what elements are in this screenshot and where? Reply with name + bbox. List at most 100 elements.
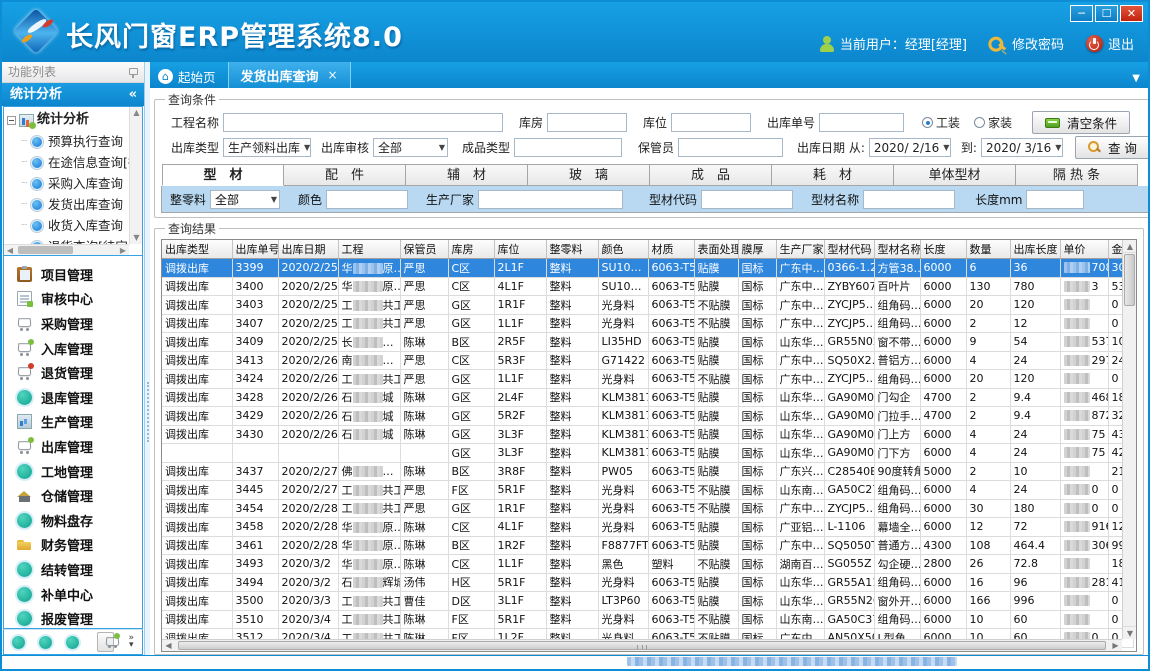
sidebar-item-0[interactable]: 项目管理 xyxy=(4,262,142,287)
sidebar-item-9[interactable]: 仓储管理 xyxy=(4,483,142,508)
tree-expander-icon[interactable] xyxy=(7,116,16,125)
date-from-picker[interactable]: 2020/ 2/16▼ xyxy=(869,138,951,157)
dot-icon[interactable] xyxy=(66,636,79,649)
whole-part-select[interactable]: 全部▼ xyxy=(210,190,280,209)
manufacturer-input[interactable] xyxy=(478,190,623,209)
tab-shipping-outbound-query[interactable]: 发货出库查询 × xyxy=(228,62,351,88)
table-row[interactable]: 调拨出库34542020/2/28工共工程严思G区1R1F整料光身料6063-T… xyxy=(162,499,1133,518)
sidebar-item-7[interactable]: 出库管理 xyxy=(4,434,142,459)
tree-item-0[interactable]: ┈预算执行查询 xyxy=(4,131,129,152)
table-row[interactable]: 调拨出库35102020/3/4工共工程陈琳F区5R1F整料光身料6063-T5… xyxy=(162,610,1133,629)
scrollbar-thumb[interactable] xyxy=(178,641,1106,650)
sidebar-splitter[interactable] xyxy=(145,62,150,655)
radio-work-install[interactable]: 工装 xyxy=(922,114,960,131)
order-no-input[interactable] xyxy=(819,113,904,132)
table-row[interactable]: 调拨出库34932020/3/2华原…陈琳C区1L1F整料黑色塑料不贴膜国标湖南… xyxy=(162,555,1133,574)
scroll-left-icon[interactable]: ◀ xyxy=(4,245,16,256)
scroll-left-icon[interactable]: ◀ xyxy=(162,640,175,651)
tree-root-statistics[interactable]: 统计分析 xyxy=(4,109,129,131)
tree-item-2[interactable]: ┈采购入库查询 xyxy=(4,173,129,194)
material-tab-4[interactable]: 成 品 xyxy=(650,164,772,186)
column-header[interactable]: 库位 xyxy=(494,240,546,259)
location-input[interactable] xyxy=(671,113,751,132)
product-type-input[interactable] xyxy=(514,138,622,157)
dot-icon[interactable] xyxy=(39,636,52,649)
table-row[interactable]: 调拨出库34242020/2/26工共工程严思G区1L1F整料光身料6063-T… xyxy=(162,370,1133,389)
column-header[interactable]: 工程 xyxy=(338,240,400,259)
table-row[interactable]: 调拨出库34292020/2/26石城陈琳G区5R2F整料KLM38176063… xyxy=(162,407,1133,426)
column-header[interactable]: 出库长度 xyxy=(1010,240,1060,259)
table-row[interactable]: 调拨出库34092020/2/25长…陈琳B区2R5F整料LI35HD6063-… xyxy=(162,333,1133,352)
tree-item-3[interactable]: ┈发货出库查询 xyxy=(4,194,129,215)
table-row[interactable]: 调拨出库34612020/2/28华原…陈琳B区1R2F整料F8877FT606… xyxy=(162,536,1133,555)
dot-icon[interactable] xyxy=(12,636,25,649)
sidebar-item-5[interactable]: 退库管理 xyxy=(4,385,142,410)
profile-name-input[interactable] xyxy=(863,190,955,209)
search-button[interactable]: 查 询 xyxy=(1075,136,1150,159)
table-row[interactable]: 调拨出库34132020/2/26南…严思C区5R3F整料G714226063-… xyxy=(162,351,1133,370)
material-tab-2[interactable]: 辅 材 xyxy=(406,164,528,186)
sidebar-item-6[interactable]: 生产管理 xyxy=(4,410,142,435)
table-row[interactable]: 调拨出库34002020/2/25华原…严思C区4L1F整料SU10…6063-… xyxy=(162,277,1133,296)
color-input[interactable] xyxy=(326,190,408,209)
statistics-section-header[interactable]: 统计分析 « xyxy=(2,83,144,106)
scrollbar-thumb[interactable] xyxy=(1124,254,1135,306)
column-header[interactable]: 长度 xyxy=(920,240,966,259)
scroll-down-icon[interactable]: ▼ xyxy=(1123,626,1137,639)
column-header[interactable]: 出库类型 xyxy=(162,240,232,259)
column-header[interactable]: 表面处理 xyxy=(694,240,738,259)
profile-code-input[interactable] xyxy=(701,190,793,209)
tab-close-icon[interactable]: × xyxy=(328,68,338,82)
table-row[interactable]: 调拨出库34582020/2/28华原…陈琳C区4L1F整料光身料6063-T5… xyxy=(162,518,1133,537)
table-row[interactable]: 调拨出库34282020/2/26石城陈琳G区2L4F整料KLM38176063… xyxy=(162,388,1133,407)
column-header[interactable]: 保管员 xyxy=(400,240,448,259)
scroll-right-icon[interactable]: ▶ xyxy=(1109,640,1122,651)
column-header[interactable]: 单价 xyxy=(1060,240,1108,259)
material-tab-1[interactable]: 配 件 xyxy=(284,164,406,186)
tree-vertical-scrollbar[interactable]: ▲▼ xyxy=(129,107,142,244)
outbound-audit-select[interactable]: 全部▼ xyxy=(373,138,448,157)
tree-item-5[interactable]: ┈退货查询[待定] xyxy=(4,236,129,244)
table-row[interactable]: 调拨出库34032020/2/25工共工程严思G区1R1F整料光身料6063-T… xyxy=(162,296,1133,315)
scroll-up-icon[interactable]: ▲ xyxy=(130,107,143,119)
scroll-up-icon[interactable]: ▲ xyxy=(1123,240,1137,253)
table-row[interactable]: 调拨出库34302020/2/26石城陈琳G区3L3F整料KLM38176063… xyxy=(162,425,1133,444)
more-buttons-chevron[interactable]: »▾ xyxy=(128,635,134,649)
material-tab-7[interactable]: 隔 热 条 xyxy=(1016,164,1138,186)
clear-conditions-button[interactable]: 清空条件 xyxy=(1032,111,1130,134)
column-header[interactable]: 出库单号 xyxy=(232,240,278,259)
radio-home-install[interactable]: 家装 xyxy=(974,114,1012,131)
column-header[interactable]: 型材名称 xyxy=(874,240,920,259)
material-tab-6[interactable]: 单体型材 xyxy=(894,164,1016,186)
date-to-picker[interactable]: 2020/ 3/16▼ xyxy=(981,138,1063,157)
sidebar-item-8[interactable]: 工地管理 xyxy=(4,459,142,484)
column-header[interactable]: 出库日期 xyxy=(278,240,338,259)
close-button[interactable]: ✕ xyxy=(1120,5,1143,22)
column-header[interactable]: 膜厚 xyxy=(738,240,776,259)
sidebar-item-2[interactable]: 采购管理 xyxy=(4,311,142,336)
change-password-button[interactable]: 修改密码 xyxy=(989,34,1064,53)
sidebar-item-11[interactable]: 财务管理 xyxy=(4,533,142,558)
length-input[interactable] xyxy=(1026,190,1084,209)
column-header[interactable]: 材质 xyxy=(648,240,694,259)
tree-item-1[interactable]: ┈在途信息查询[待 xyxy=(4,152,129,173)
scroll-right-icon[interactable]: ▶ xyxy=(117,245,129,256)
material-tab-5[interactable]: 耗 材 xyxy=(772,164,894,186)
outbound-type-select[interactable]: 生产领料出库▼ xyxy=(223,138,311,157)
tab-home[interactable]: ⌂ 起始页 xyxy=(150,64,228,88)
tree-item-4[interactable]: ┈收货入库查询 xyxy=(4,215,129,236)
sidebar-item-10[interactable]: 物料盘存 xyxy=(4,508,142,533)
sidebar-item-13[interactable]: 补单中心 xyxy=(4,582,142,607)
pin-icon[interactable] xyxy=(128,67,138,78)
maximize-button[interactable]: ☐ xyxy=(1095,5,1118,22)
table-row[interactable]: 调拨出库33992020/2/25华原…严思C区2L1F整料SU10…6063-… xyxy=(162,259,1133,278)
scrollbar-thumb[interactable] xyxy=(18,246,73,254)
sidebar-item-1[interactable]: 审核中心 xyxy=(4,287,142,312)
logout-button[interactable]: 退出 xyxy=(1086,34,1134,53)
column-header[interactable]: 型材代码 xyxy=(824,240,874,259)
material-tab-0[interactable]: 型 材 xyxy=(162,164,284,186)
scroll-down-icon[interactable]: ▼ xyxy=(130,232,143,244)
table-row[interactable]: 调拨出库34372020/2/27佛…陈琳B区3R8F整料PW056063-T5… xyxy=(162,462,1133,481)
sidebar-item-4[interactable]: 退货管理 xyxy=(4,360,142,385)
table-row[interactable]: 调拨出库34942020/3/2石辉城汤伟H区5R1F整料光身料6063-T5贴… xyxy=(162,573,1133,592)
